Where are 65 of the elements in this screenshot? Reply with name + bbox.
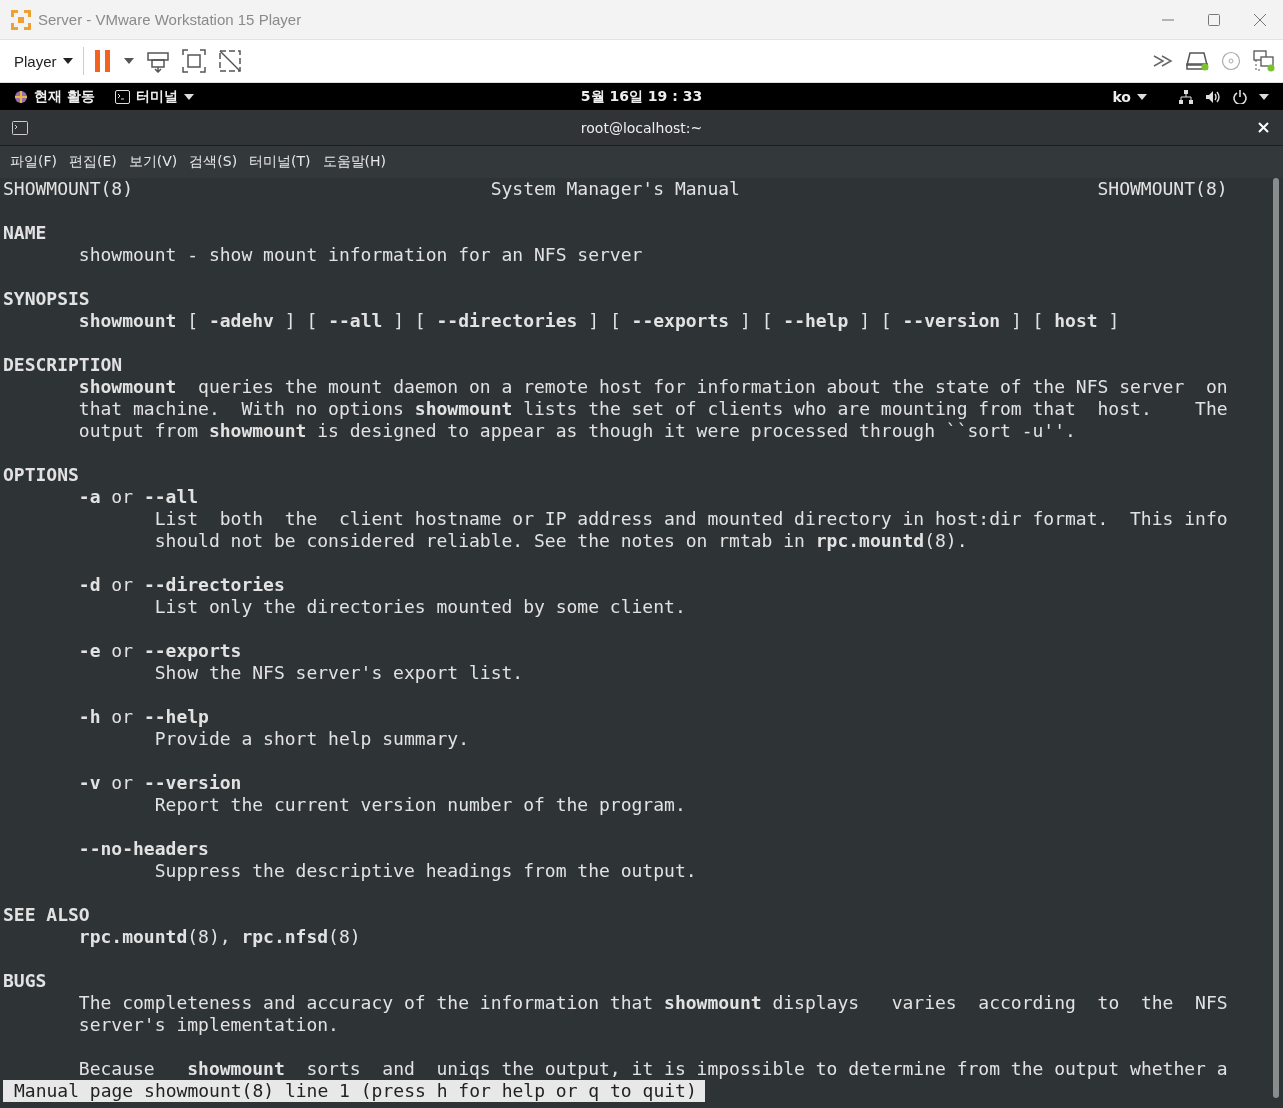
power-icon[interactable] (1233, 89, 1247, 104)
network-icon[interactable] (1179, 89, 1193, 104)
menu-item[interactable]: 터미널(T) (243, 149, 317, 175)
network-adapter-icon[interactable] (1253, 50, 1275, 72)
option-description: List only the directories mounted by some client. (154, 596, 686, 618)
man-text-line: showmount - show mount information for an NFS server (78, 244, 643, 266)
send-keys-icon[interactable] (145, 49, 170, 73)
caret-icon (1137, 93, 1147, 100)
terminal-icon (114, 89, 130, 104)
man-text-line: -d or --directories (78, 574, 285, 596)
pause-icon[interactable] (93, 49, 112, 73)
caret-icon (62, 58, 73, 64)
player-menu-button[interactable]: Player (8, 48, 79, 74)
section-heading: NAME (3, 222, 47, 244)
double-chevron-icon[interactable] (1153, 55, 1173, 67)
option-description: List both the client hostname or IP address and mounted directory in host:dir format. This info (154, 508, 1228, 530)
option-description: Suppress the descriptive headings from the output. (154, 860, 697, 882)
scrollbar[interactable] (1273, 178, 1279, 1098)
option-description: Provide a short help summary. (154, 728, 469, 750)
section-heading: BUGS (3, 970, 47, 992)
man-text-line: -v or --version (78, 772, 242, 794)
page-header-right: SHOWMOUNT(8) (1097, 178, 1228, 200)
man-text-line: -h or --help (78, 706, 209, 728)
section-heading: SEE ALSO (3, 904, 90, 926)
input-method-menu[interactable]: ko (1112, 88, 1147, 105)
option-name: --no-headers (78, 838, 209, 860)
man-text-line: that machine. With no options showmount lists the set of clients who are mounting from that host. The (78, 398, 1228, 420)
window-title: Server - VMware Workstation 15 Player (38, 11, 302, 28)
terminal-app-menu[interactable]: 터미널 (114, 87, 194, 106)
unity-mode-icon[interactable] (217, 49, 242, 73)
man-text-line: rpc.mountd(8), rpc.nfsd(8) (78, 926, 361, 948)
page-header-left: SHOWMOUNT(8) (3, 178, 134, 200)
activities-icon (14, 89, 28, 104)
terminal-icon (12, 120, 28, 135)
section-heading: OPTIONS (3, 464, 79, 486)
menu-item[interactable]: 도움말(H) (316, 149, 393, 175)
clock[interactable]: 5월 16일 19 : 33 (580, 87, 703, 106)
man-text-line: -e or --exports (78, 640, 242, 662)
menu-item[interactable]: 편집(E) (63, 149, 123, 175)
section-heading: SYNOPSIS (3, 288, 90, 310)
man-text-line: server's implementation. (78, 1014, 339, 1036)
option-description: Report the current version number of the program. (154, 794, 686, 816)
man-text-line: showmount [ -adehv ] [ --all ] [ --directories ] [ --exports ] [ --help ] [ --version ] [ host ] (78, 310, 1120, 332)
volume-icon[interactable] (1205, 89, 1221, 104)
maximize-icon[interactable] (1207, 12, 1221, 27)
section-heading: DESCRIPTION (3, 354, 123, 376)
man-text-line: -a or --all (78, 486, 199, 508)
man-text-line: Because showmount sorts and uniqs the output, it is impossible to determine from the output whether a (78, 1058, 1228, 1080)
menu-item[interactable]: 보기(V) (122, 149, 184, 175)
fullscreen-icon[interactable] (181, 49, 206, 73)
option-description: should not be considered reliable. See the notes on rmtab in rpc.mountd(8). (154, 530, 968, 552)
caret-icon[interactable] (1259, 93, 1269, 100)
man-text-line: showmount queries the mount daemon on a remote host for information about the state of the NFS server on (78, 376, 1228, 398)
activities-button[interactable]: 현재 활동 (14, 87, 95, 106)
option-description: Show the NFS server's export list. (154, 662, 524, 684)
vmware-logo-icon (10, 8, 32, 31)
man-text-line: output from showmount is designed to appear as though it were processed through ``sort -u''. (78, 420, 1076, 442)
caret-icon (183, 93, 194, 100)
menu-item[interactable]: 검색(S) (183, 149, 244, 175)
man-text-line: The completeness and accuracy of the information that showmount displays varies according to the NFS (78, 992, 1228, 1014)
terminal-title: root@localhost:~ (579, 119, 704, 136)
page-header-center: System Manager's Manual (490, 178, 740, 200)
caret-icon[interactable] (123, 58, 134, 64)
menu-item[interactable]: 파일(F) (4, 149, 63, 175)
hard-disk-icon[interactable] (1185, 51, 1209, 71)
